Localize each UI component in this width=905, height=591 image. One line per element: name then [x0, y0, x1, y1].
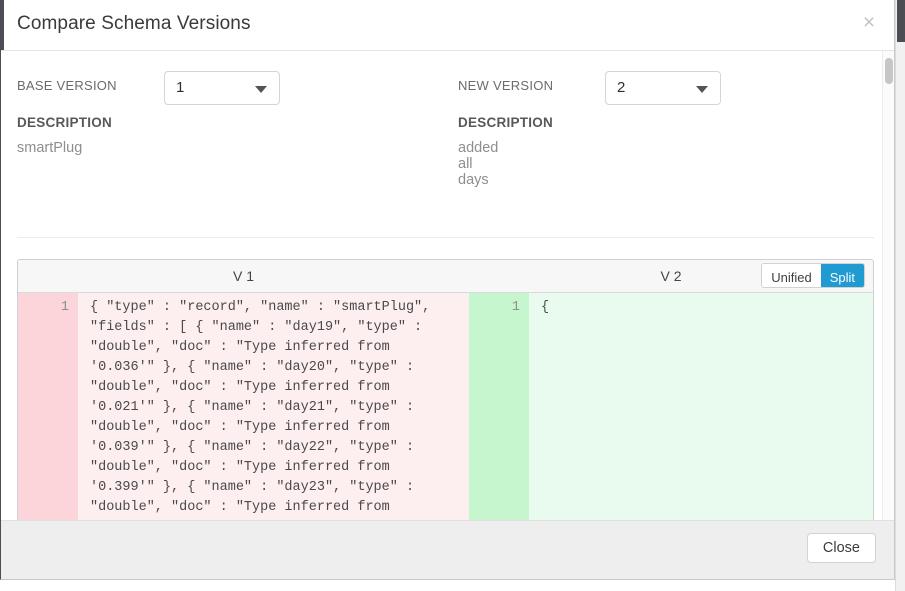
- dialog-vertical-scrollbar[interactable]: [882, 51, 894, 520]
- page-scrollbar-thumb[interactable]: [897, 0, 905, 42]
- view-mode-split-button[interactable]: Split: [821, 264, 864, 287]
- base-version-label: BASE VERSION: [17, 78, 117, 93]
- diff-view-mode-toggle: Unified Split: [761, 263, 865, 288]
- page-title: Compare Schema Versions: [17, 13, 251, 35]
- new-version-label: NEW VERSION: [458, 78, 553, 93]
- page-scrollbar[interactable]: [895, 0, 905, 591]
- diff-pane-right: 1 {: [469, 293, 873, 520]
- dialog-vertical-scrollbar-thumb[interactable]: [885, 58, 893, 84]
- dialog-body: BASE VERSION 1 DESCRIPTION smartPlug NEW…: [1, 51, 894, 520]
- diff-left-title: V 1: [18, 268, 469, 284]
- diff-right-code[interactable]: {: [529, 293, 873, 520]
- new-version-value: 2: [617, 79, 625, 96]
- window-left-edge: [1, 0, 4, 50]
- base-version-select[interactable]: 1: [164, 71, 280, 105]
- base-version-value: 1: [176, 79, 184, 96]
- diff-left-line-number: 1: [18, 293, 78, 520]
- diff-content: 1 { "type" : "record", "name" : "smartPl…: [18, 293, 873, 520]
- diff-left-code[interactable]: { "type" : "record", "name" : "smartPlug…: [78, 293, 469, 520]
- base-description-label: DESCRIPTION: [17, 115, 112, 130]
- new-version-select[interactable]: 2: [605, 71, 721, 105]
- close-button[interactable]: Close: [807, 533, 876, 563]
- diff-pane-left: 1 { "type" : "record", "name" : "smartPl…: [18, 293, 469, 520]
- view-mode-unified-button[interactable]: Unified: [762, 264, 820, 287]
- section-divider: [17, 237, 874, 238]
- new-description-label: DESCRIPTION: [458, 115, 553, 130]
- dialog-footer: Close: [1, 520, 894, 579]
- diff-header: V 1 V 2 Unified Split: [18, 260, 873, 293]
- dialog-header: Compare Schema Versions ×: [1, 0, 894, 51]
- chevron-down-icon: [255, 86, 267, 93]
- new-description-value: added all days: [458, 140, 498, 188]
- base-description-value: smartPlug: [17, 140, 82, 156]
- compare-schema-versions-dialog: Compare Schema Versions × BASE VERSION 1…: [0, 0, 895, 580]
- schema-diff-viewer: V 1 V 2 Unified Split 1 { "type" : "reco…: [17, 259, 874, 520]
- close-icon[interactable]: ×: [858, 13, 880, 35]
- diff-right-line-number: 1: [469, 293, 529, 520]
- chevron-down-icon: [696, 86, 708, 93]
